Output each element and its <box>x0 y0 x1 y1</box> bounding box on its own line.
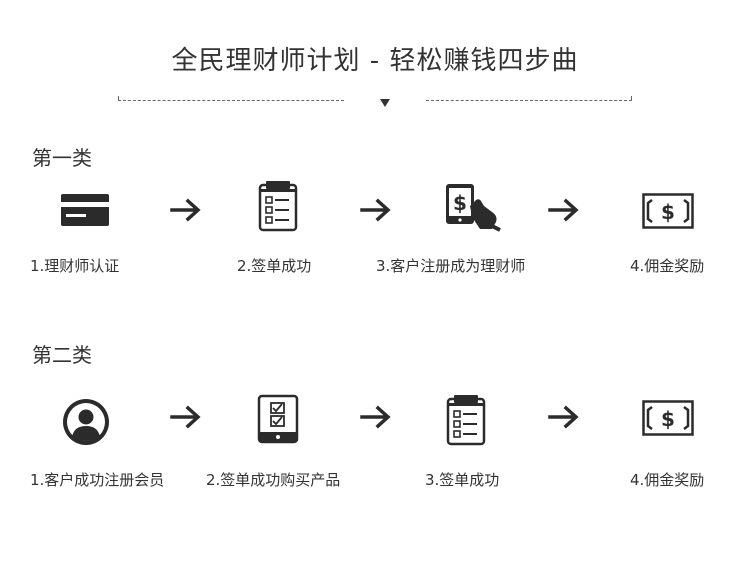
svg-text:$: $ <box>453 191 467 215</box>
banknote-icon: $ <box>642 400 694 436</box>
arrow-right-icon <box>170 405 201 429</box>
tablet-money-touch-icon: $ <box>446 184 501 232</box>
section-title-2: 第二类 <box>32 343 92 367</box>
page-title: 全民理财师计划 - 轻松赚钱四步曲 <box>171 46 579 76</box>
banknote-icon: $ <box>642 193 694 229</box>
clipboard-checklist-icon <box>258 181 298 232</box>
divider-caret-icon <box>380 99 390 107</box>
divider-left <box>118 96 344 108</box>
clipboard-checklist-icon <box>446 395 486 446</box>
arrow-right-icon <box>548 405 579 429</box>
step-label: 3.客户注册成为理财师 <box>376 257 526 275</box>
svg-text:$: $ <box>661 407 675 431</box>
tablet-checklist-icon <box>257 394 299 444</box>
user-avatar-icon <box>63 399 109 445</box>
step-label: 1.理财师认证 <box>30 257 120 275</box>
arrow-right-icon <box>360 198 391 222</box>
arrow-right-icon <box>170 198 201 222</box>
divider-right <box>426 96 632 108</box>
arrow-right-icon <box>360 405 391 429</box>
step-label: 2.签单成功 <box>237 257 312 275</box>
step-label: 4.佣金奖励 <box>630 471 705 489</box>
section-title-1: 第一类 <box>32 146 92 170</box>
arrow-right-icon <box>548 198 579 222</box>
step-label: 4.佣金奖励 <box>630 257 705 275</box>
credit-card-icon <box>61 194 109 226</box>
step-label: 2.签单成功购买产品 <box>206 471 341 489</box>
svg-text:$: $ <box>661 200 675 224</box>
step-label: 3.签单成功 <box>425 471 500 489</box>
step-label: 1.客户成功注册会员 <box>30 471 165 489</box>
